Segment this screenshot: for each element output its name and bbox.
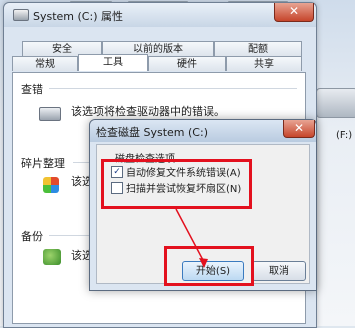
background-drive-icon [316,88,355,118]
properties-title-bar[interactable]: System (C:) 属性 ✕ [4,3,316,27]
section-divider [49,235,93,236]
options-highlight-box [101,159,252,209]
tab-quota[interactable]: 配额 [214,41,302,56]
check-disk-title-bar[interactable]: 检查磁盘 System (C:) ✕ [90,120,316,142]
check-disk-title: 检查磁盘 System (C:) [96,126,208,139]
defrag-icon [43,177,59,193]
tab-hardware[interactable]: 硬件 [148,56,226,71]
defrag-title: 碎片整理 [21,157,65,170]
section-divider [49,88,297,89]
properties-title: System (C:) 属性 [33,10,123,23]
error-check-title: 查错 [21,83,43,96]
start-highlight-box [164,246,254,286]
cancel-button[interactable]: 取消 [252,261,306,281]
close-button[interactable]: ✕ [283,120,315,138]
tab-tools[interactable]: 工具 [78,54,148,71]
close-button[interactable]: ✕ [274,3,314,22]
backup-title: 备份 [21,230,43,243]
tab-sharing[interactable]: 共享 [226,56,302,71]
error-check-text: 该选项将检查驱动器中的错误。 [71,105,225,118]
backup-icon [43,249,61,265]
drive-check-icon [39,107,61,121]
drive-title-icon [13,9,29,21]
tab-general[interactable]: 常规 [12,56,78,71]
background-drive-label: (F:) [336,130,353,141]
